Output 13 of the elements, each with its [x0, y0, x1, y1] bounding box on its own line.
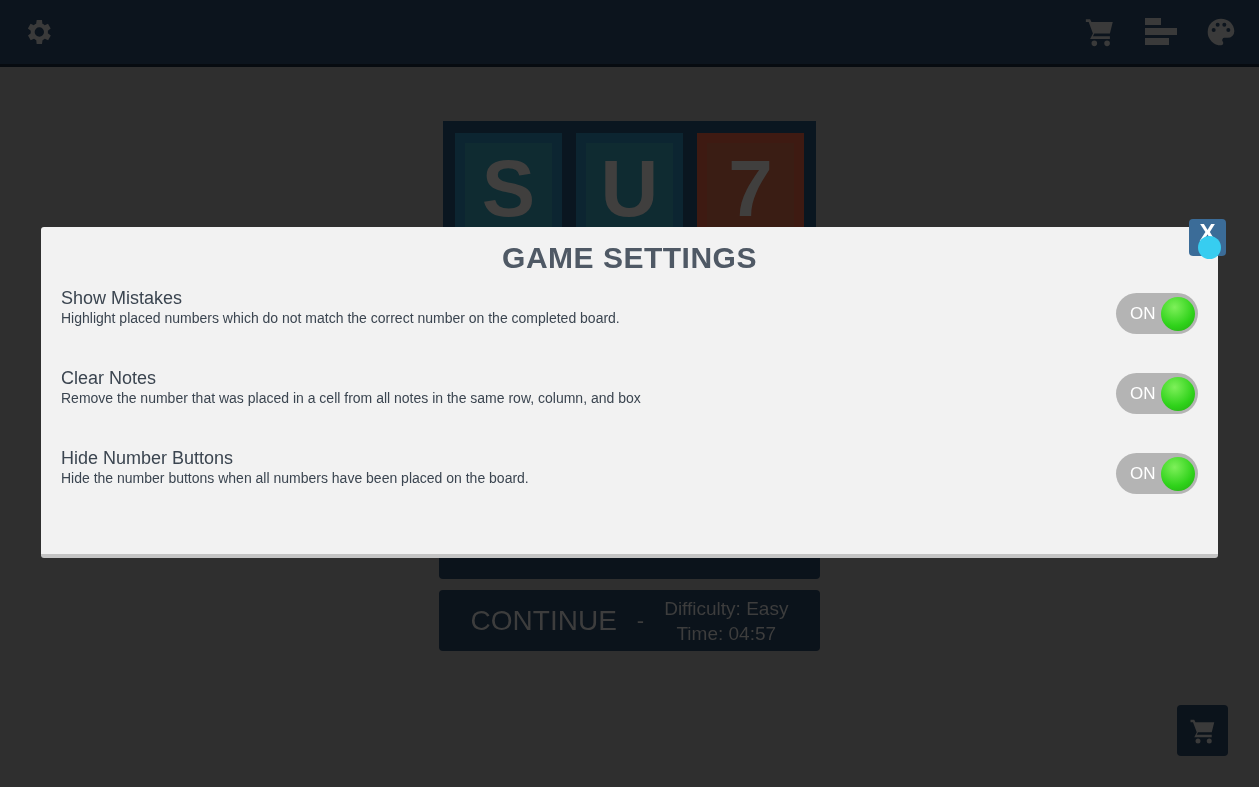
setting-description: Hide the number buttons when all numbers have been placed on the board. — [61, 469, 529, 487]
setting-description: Highlight placed numbers which do not match the correct number on the completed board. — [61, 309, 620, 327]
toggle-switch[interactable]: ON — [1116, 453, 1198, 494]
shop-button[interactable] — [1177, 705, 1228, 756]
setting-name: Show Mistakes — [61, 287, 184, 309]
toggle-switch[interactable]: ON — [1116, 293, 1198, 334]
toggle-switch[interactable]: ON — [1116, 373, 1198, 414]
palette-icon[interactable] — [1205, 16, 1237, 48]
separator: - — [636, 607, 645, 634]
leaderboard-icon[interactable] — [1145, 16, 1177, 48]
setting-name: Hide Number Buttons — [61, 447, 235, 469]
setting-description: Remove the number that was placed in a cell from all notes in the same row, column, and box — [61, 389, 641, 407]
setting-name: Clear Notes — [61, 367, 158, 389]
